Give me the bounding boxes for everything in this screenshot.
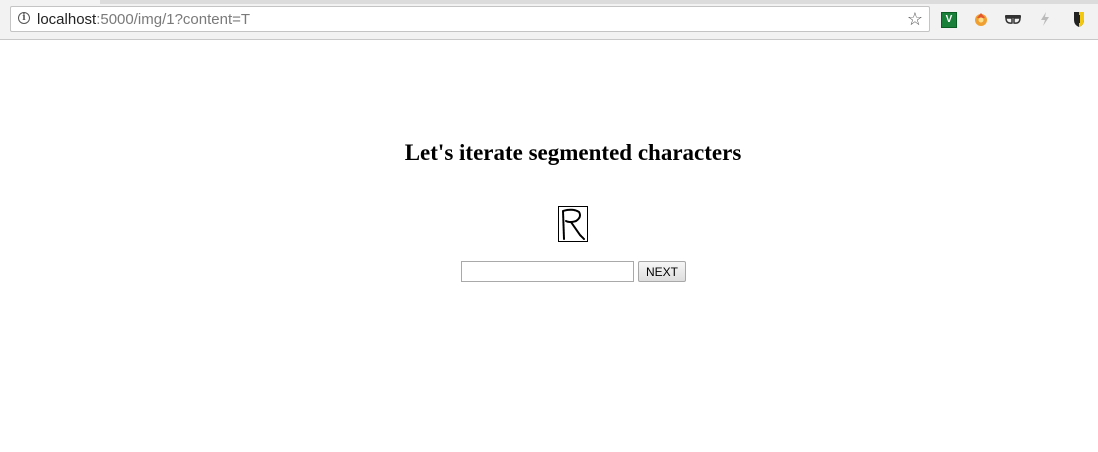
address-bar[interactable]: i localhost:5000/img/1?content=T ☆ bbox=[10, 6, 930, 32]
page-heading: Let's iterate segmented characters bbox=[404, 140, 742, 165]
bolt-extension-icon[interactable] bbox=[1036, 10, 1054, 28]
character-r-drawing bbox=[562, 208, 585, 240]
url-text[interactable]: localhost:5000/img/1?content=T bbox=[37, 11, 250, 28]
url-host: localhost bbox=[37, 11, 97, 28]
v-extension-label: V bbox=[945, 14, 953, 25]
v-extension-icon[interactable]: V bbox=[941, 12, 957, 28]
glasses-extension-icon[interactable] bbox=[1004, 10, 1022, 28]
browser-toolbar: i localhost:5000/img/1?content=T ☆ V bbox=[0, 0, 1098, 40]
shield-extension-icon[interactable] bbox=[1070, 10, 1088, 28]
fire-extension-icon[interactable] bbox=[972, 10, 990, 28]
info-icon[interactable]: i bbox=[18, 12, 30, 24]
next-button[interactable]: NEXT bbox=[638, 261, 686, 282]
character-label-input[interactable] bbox=[461, 261, 634, 282]
url-path: :5000/img/1?content=T bbox=[96, 11, 251, 28]
active-tab[interactable] bbox=[0, 0, 100, 4]
segmented-character-image bbox=[558, 206, 588, 242]
bookmark-star-icon[interactable]: ☆ bbox=[907, 9, 923, 29]
tab-strip bbox=[0, 0, 1098, 4]
